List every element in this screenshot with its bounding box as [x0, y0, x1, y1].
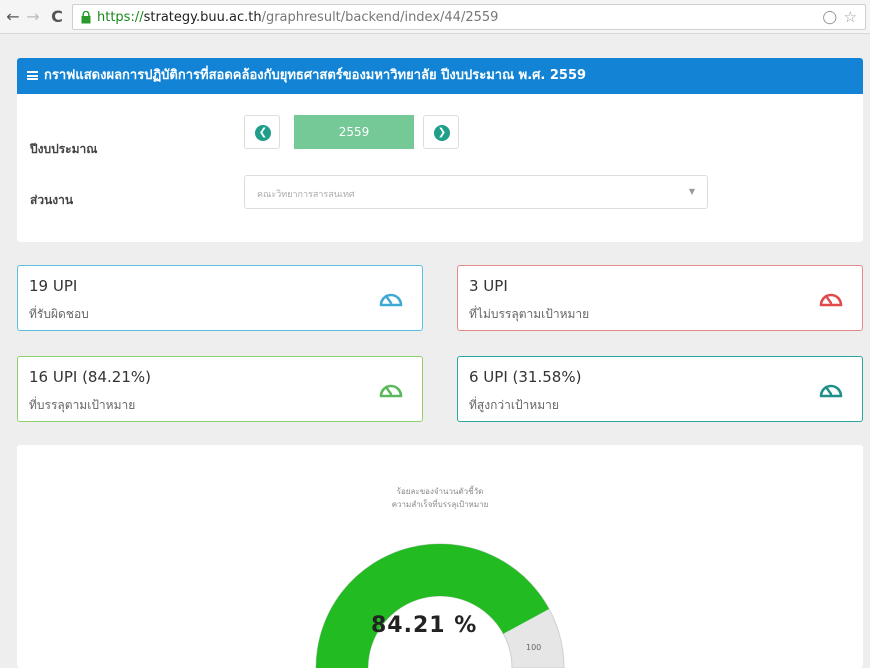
stat-card-count: 16 UPI (84.21%) — [29, 368, 151, 386]
unit-label: ส่วนงาน — [30, 193, 74, 207]
stat-card-label: ที่สูงกว่าเป้าหมาย — [469, 398, 559, 412]
stat-card-not-achieved: 3 UPI ที่ไม่บรรลุตามเป้าหมาย — [457, 265, 863, 331]
dashboard-gauge-icon — [819, 293, 843, 307]
next-year-button[interactable]: ❯ — [423, 115, 459, 149]
shield-icon[interactable]: ◯ — [822, 10, 837, 25]
stat-card-achieved: 16 UPI (84.21%) ที่บรรลุตามเป้าหมาย — [17, 356, 423, 422]
browser-toolbar: ← → C https://strategy.buu.ac.th/graphre… — [0, 0, 870, 34]
url-text: https://strategy.buu.ac.th/graphresult/b… — [97, 9, 498, 26]
gauge-panel: ร้อยละของจำนวนตัวชี้วัด ความสำเร็จที่บรร… — [17, 445, 863, 668]
year-value: 2559 — [294, 115, 414, 149]
url-host: strategy.buu.ac.th — [143, 10, 262, 25]
unit-select-value: คณะวิทยาการสารสนเทศ — [257, 190, 355, 200]
lock-icon — [81, 11, 91, 24]
caret-down-icon: ▼ — [688, 187, 695, 196]
stat-card-count: 19 UPI — [29, 277, 78, 295]
panel-title: กราฟแสดงผลการปฏิบัติการที่สอดคล้องกับยุท… — [44, 68, 587, 83]
url-path: /graphresult/backend/index/44/2559 — [261, 10, 499, 25]
stat-card-count: 6 UPI (31.58%) — [469, 368, 582, 386]
back-arrow-icon[interactable]: ← — [4, 7, 22, 27]
url-scheme: https:// — [97, 10, 144, 25]
address-bar[interactable]: https://strategy.buu.ac.th/graphresult/b… — [72, 4, 866, 30]
gauge-max-label: 100 — [526, 643, 542, 652]
unit-select[interactable]: คณะวิทยาการสารสนเทศ ▼ — [244, 175, 708, 209]
reload-icon[interactable]: C — [48, 7, 66, 27]
year-label: ปีงบประมาณ — [30, 142, 98, 156]
stat-card-count: 3 UPI — [469, 277, 508, 295]
gauge-value: 84.21 % — [371, 613, 478, 638]
gauge-title-line-2: ความสำเร็จที่บรรลุเป้าหมาย — [391, 500, 489, 509]
panel-header: กราฟแสดงผลการปฏิบัติการที่สอดคล้องกับยุท… — [17, 58, 863, 94]
stat-card-label: ที่รับผิดชอบ — [29, 307, 89, 321]
dashboard-gauge-icon — [819, 384, 843, 398]
stat-card-responsible: 19 UPI ที่รับผิดชอบ — [17, 265, 423, 331]
list-icon — [27, 71, 38, 80]
bookmark-star-icon[interactable]: ☆ — [844, 8, 857, 26]
stat-card-exceeded: 6 UPI (31.58%) ที่สูงกว่าเป้าหมาย — [457, 356, 863, 422]
stat-card-label: ที่บรรลุตามเป้าหมาย — [29, 398, 136, 412]
forward-arrow-icon[interactable]: → — [24, 7, 42, 27]
chevron-left-icon: ❮ — [255, 125, 271, 141]
chevron-right-icon: ❯ — [434, 125, 450, 141]
stat-card-label: ที่ไม่บรรลุตามเป้าหมาย — [469, 307, 590, 321]
dashboard-gauge-icon — [379, 384, 403, 398]
gauge-title-line-1: ร้อยละของจำนวนตัวชี้วัด — [396, 487, 484, 496]
previous-year-button[interactable]: ❮ — [244, 115, 280, 149]
filter-panel: กราฟแสดงผลการปฏิบัติการที่สอดคล้องกับยุท… — [17, 58, 863, 242]
dashboard-gauge-icon — [379, 293, 403, 307]
